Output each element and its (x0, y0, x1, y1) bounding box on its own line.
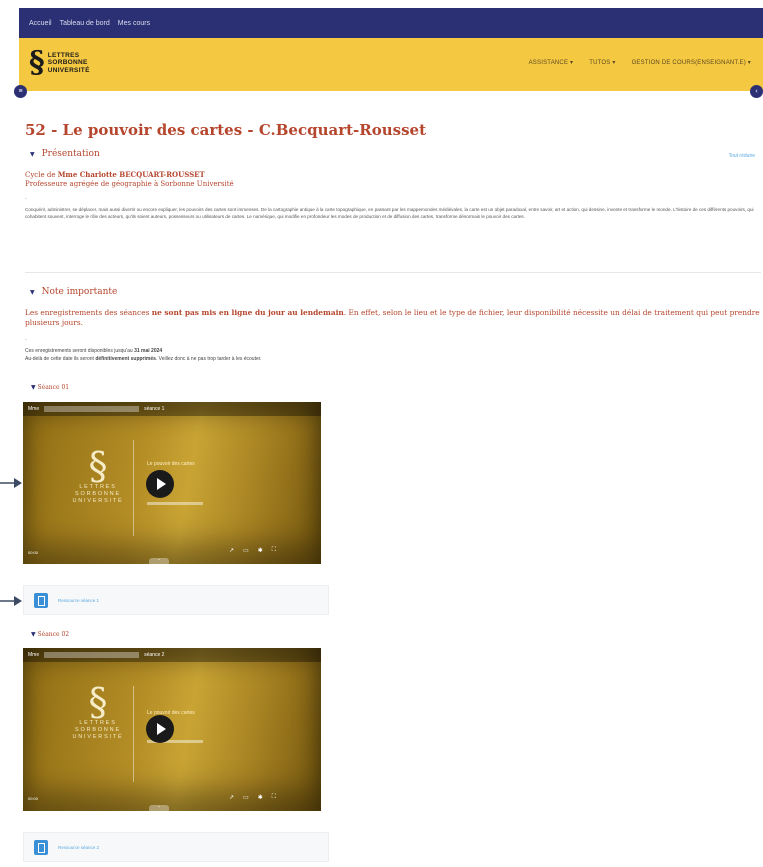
page-title: 52 - Le pouvoir des cartes - C.Becquart-… (25, 121, 427, 139)
lecturer-name: Mme Charlotte BECQUART-ROUSSET (57, 170, 205, 179)
video-controls: ↗ ▭ ✱ ⛶ (229, 547, 276, 554)
collapse-all-link[interactable]: Tout réduire (729, 153, 755, 159)
important-note: Les enregistrements des séances ne sont … (25, 308, 760, 327)
chevron-down-icon: ▼ (30, 288, 35, 296)
resource-session-2[interactable]: Ressource séance 2 (23, 832, 329, 862)
redacted-name (44, 406, 140, 412)
video-subtitle-blur (147, 502, 203, 505)
resource-session-1[interactable]: Ressource séance 1 (23, 585, 329, 615)
chevron-down-icon: ▼ (30, 150, 35, 158)
section-presentation-toggle[interactable]: ▼ Présentation (30, 149, 100, 159)
section-note-toggle[interactable]: ▼ Note importante (30, 287, 117, 297)
course-description: Conquérir, administrer, se déplacer, mai… (25, 207, 754, 219)
video-time: 00:00 (28, 796, 39, 801)
share-icon[interactable]: ↗ (229, 794, 234, 801)
separator-dot: . (25, 195, 27, 201)
captions-icon[interactable]: ▭ (243, 547, 249, 554)
chevron-down-icon: ▼ (31, 384, 36, 391)
video-logo: § LETTRES SORBONNE UNIVERSITÉ (72, 444, 124, 504)
play-icon[interactable] (146, 715, 174, 743)
video-controls: ↗ ▭ ✱ ⛶ (229, 794, 276, 801)
video-title-bar: Mme séance 2 (23, 648, 321, 662)
section-presentation-title: Présentation (41, 149, 100, 159)
video-caption: Le pouvoir des cartes (147, 461, 195, 467)
resource-link[interactable]: Ressource séance 1 (58, 598, 99, 603)
video-divider (133, 686, 134, 782)
pointer-arrow-icon (0, 476, 22, 495)
lecturer-info: Cycle de Mme Charlotte BECQUART-ROUSSET … (25, 170, 234, 188)
fullscreen-icon[interactable]: ⛶ (272, 794, 276, 801)
site-header: § LETTRES SORBONNE UNIVERSITÉ ASSISTANCE… (19, 38, 763, 91)
file-icon (34, 839, 48, 855)
video-player-session-1[interactable]: Mme séance 1 § LETTRES SORBONNE UNIVERSI… (23, 402, 321, 564)
video-divider (133, 440, 134, 536)
resource-link[interactable]: Ressource séance 2 (58, 845, 99, 850)
video-time: 00:00 (28, 550, 39, 555)
play-icon[interactable] (146, 470, 174, 498)
top-navbar: Accueil Tableau de bord Mes cours (19, 8, 763, 38)
chevron-up-icon[interactable]: ⌃ (149, 805, 169, 811)
settings-icon[interactable]: ✱ (258, 794, 263, 801)
pointer-arrow-icon (0, 594, 22, 613)
menu-tutos[interactable]: TUTOS ▾ (589, 59, 615, 66)
nav-link-accueil[interactable]: Accueil (29, 20, 52, 27)
header-menu: ASSISTANCE ▾ TUTOS ▾ GESTION DE COURS(EN… (529, 59, 751, 66)
lecturer-role: Professeure agrégée de géographie à Sorb… (25, 180, 234, 188)
availability-note: Ces enregistrements seront disponibles j… (25, 348, 262, 362)
video-title-bar: Mme séance 1 (23, 402, 321, 416)
menu-gestion-de-cours[interactable]: GESTION DE COURS(ENSEIGNANT.E) ▾ (632, 59, 751, 66)
redacted-name (44, 652, 140, 658)
divider (25, 272, 761, 273)
chevron-up-icon[interactable]: ⌃ (149, 558, 169, 564)
logo-mark: § (29, 45, 45, 80)
nav-link-mes-cours[interactable]: Mes cours (118, 20, 150, 27)
section-note-title: Note importante (41, 287, 118, 297)
chevron-down-icon: ▼ (31, 631, 36, 638)
separator-dot: . (25, 336, 27, 342)
fullscreen-icon[interactable]: ⛶ (272, 547, 276, 554)
video-logo: § LETTRES SORBONNE UNIVERSITÉ (72, 680, 124, 740)
captions-icon[interactable]: ▭ (243, 794, 249, 801)
logo-text: LETTRES SORBONNE UNIVERSITÉ (47, 51, 90, 74)
hamburger-icon[interactable]: ≡ (14, 85, 27, 98)
session-2-toggle[interactable]: ▼ Séance 02 (31, 631, 69, 638)
session-1-toggle[interactable]: ▼ Séance 01 (31, 384, 69, 391)
settings-icon[interactable]: ✱ (258, 547, 263, 554)
video-player-session-2[interactable]: Mme séance 2 § LETTRES SORBONNE UNIVERSI… (23, 648, 321, 811)
share-icon[interactable]: ↗ (229, 547, 234, 554)
nav-link-tableau-de-bord[interactable]: Tableau de bord (60, 20, 110, 27)
sorbonne-logo[interactable]: § LETTRES SORBONNE UNIVERSITÉ (29, 45, 90, 80)
chevron-left-icon[interactable]: ‹ (750, 85, 763, 98)
file-icon (34, 592, 48, 608)
menu-assistance[interactable]: ASSISTANCE ▾ (529, 59, 574, 66)
